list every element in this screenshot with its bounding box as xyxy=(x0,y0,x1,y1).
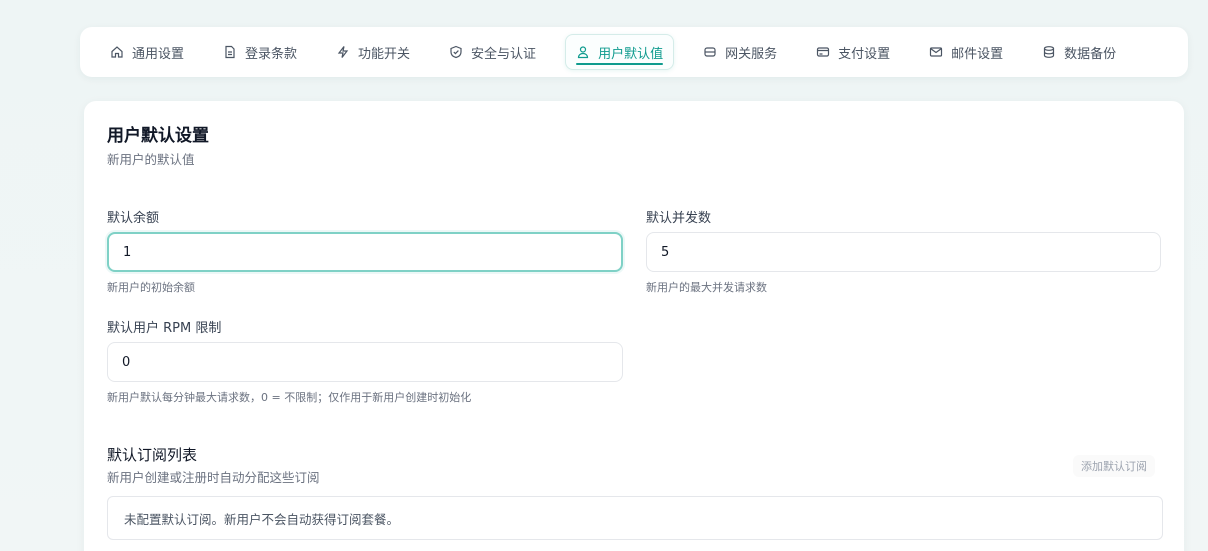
default-balance-input[interactable] xyxy=(107,232,623,272)
tab-label: 数据备份 xyxy=(1064,46,1117,62)
tab-label: 邮件设置 xyxy=(951,46,1004,62)
tab-label: 用户默认值 xyxy=(598,46,664,62)
tab-label: 安全与认证 xyxy=(471,46,537,62)
default-concurrency-hint: 新用户的最大并发请求数 xyxy=(646,281,767,294)
tab-feature-toggles[interactable]: 功能开关 xyxy=(326,34,420,70)
subscriptions-empty-state: 未配置默认订阅。新用户不会自动获得订阅套餐。 xyxy=(107,496,1163,540)
user-icon xyxy=(576,45,590,59)
server-icon xyxy=(703,45,717,59)
default-subscriptions-title: 默认订阅列表 xyxy=(107,446,198,464)
tab-login-terms[interactable]: 登录条款 xyxy=(213,34,307,70)
add-default-subscription-button[interactable]: 添加默认订阅 xyxy=(1073,455,1155,477)
credit-card-icon xyxy=(816,45,830,59)
home-icon xyxy=(110,45,124,59)
section-subtitle: 新用户的默认值 xyxy=(107,152,195,167)
default-rpm-hint: 新用户默认每分钟最大请求数，0 = 不限制；仅作用于新用户创建时初始化 xyxy=(107,391,472,404)
tab-user-defaults[interactable]: 用户默认值 xyxy=(565,34,675,70)
tab-security[interactable]: 安全与认证 xyxy=(439,34,546,70)
section-title: 用户默认设置 xyxy=(107,126,209,146)
shield-check-icon xyxy=(449,45,463,59)
tab-backup[interactable]: 数据备份 xyxy=(1032,34,1126,70)
default-concurrency-input[interactable] xyxy=(646,232,1161,272)
document-icon xyxy=(223,45,237,59)
default-concurrency-label: 默认并发数 xyxy=(646,211,712,226)
tab-general[interactable]: 通用设置 xyxy=(100,34,194,70)
lightning-icon xyxy=(336,45,350,59)
database-icon xyxy=(1042,45,1056,59)
tab-label: 支付设置 xyxy=(838,46,891,62)
tab-label: 功能开关 xyxy=(358,46,411,62)
settings-tab-bar: 通用设置 登录条款 功能开关 安全与认证 用户默认值 网关服务 支付设置 邮件设… xyxy=(80,27,1188,77)
tab-payment[interactable]: 支付设置 xyxy=(806,34,900,70)
user-defaults-card: 用户默认设置 新用户的默认值 默认余额 新用户的初始余额 默认并发数 新用户的最… xyxy=(84,101,1184,551)
default-rpm-label: 默认用户 RPM 限制 xyxy=(107,321,222,336)
default-balance-hint: 新用户的初始余额 xyxy=(107,281,195,294)
mail-icon xyxy=(929,45,943,59)
tab-gateway[interactable]: 网关服务 xyxy=(693,34,787,70)
tab-email[interactable]: 邮件设置 xyxy=(919,34,1013,70)
tab-label: 登录条款 xyxy=(245,46,298,62)
default-balance-label: 默认余额 xyxy=(107,211,160,226)
empty-state-text: 未配置默认订阅。新用户不会自动获得订阅套餐。 xyxy=(124,511,400,527)
default-rpm-input[interactable] xyxy=(107,342,623,382)
tab-label: 通用设置 xyxy=(132,46,185,62)
tab-label: 网关服务 xyxy=(725,46,778,62)
default-subscriptions-subtitle: 新用户创建或注册时自动分配这些订阅 xyxy=(107,470,320,485)
